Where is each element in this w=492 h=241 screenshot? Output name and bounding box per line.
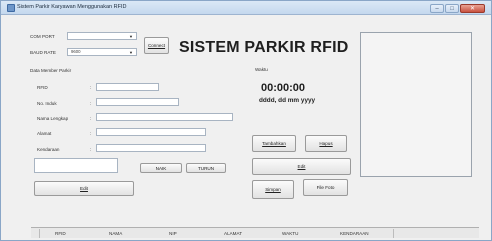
clock-display: 00:00:00 [261,82,306,94]
kendaraan-field[interactable] [96,144,206,152]
close-button[interactable]: ✕ [460,4,485,13]
alamat-colon: : [90,131,92,136]
edit-button[interactable]: Edit [252,158,351,175]
kendaraan-label: Kendaraan [37,147,60,152]
nama-lengkap-label: Nama Lengkap [37,116,69,121]
tambahkan-button[interactable]: Tambahkan [252,135,296,152]
nama-lengkap-field[interactable] [96,113,233,121]
no-induk-label: No. Induk [37,101,57,106]
no-induk-colon: : [90,101,92,106]
connect-button-label: Connect [147,43,166,48]
nama-lengkap-colon: : [90,116,92,121]
chevron-down-icon: ▼ [129,34,133,39]
window-title: Sistem Parkir Karyawan Menggunakan RFID [17,4,127,10]
edit-button-label: Edit [297,164,306,169]
column-header-alamat[interactable]: ALAMAT [224,231,242,236]
waktu-label: Waktu [255,67,268,72]
minimize-button[interactable]: – [430,4,444,13]
baud-rate-value: 9600 [71,49,81,54]
app-window: Sistem Parkir Karyawan Menggunakan RFID … [0,0,492,241]
naik-button[interactable]: NAIK [140,163,182,173]
tambahkan-button-label: Tambahkan [262,141,286,146]
column-header-rfid[interactable]: RFID [55,231,66,236]
edit-member-button-label: Edit [80,186,88,191]
member-section-label: Data Member Parkir [30,68,72,73]
column-header-waktu[interactable]: WAKTU [282,231,298,236]
com-port-select[interactable]: ▼ [67,32,137,40]
maximize-button[interactable]: □ [445,4,459,13]
minimize-icon: – [435,6,439,12]
chevron-down-icon: ▼ [129,50,133,55]
rfid-label: RFID [37,85,48,90]
column-separator [39,229,40,238]
photo-box [360,32,472,177]
maximize-icon: □ [450,6,454,12]
turun-button[interactable]: TURUN [186,163,226,173]
app-icon [7,4,15,12]
column-header-nama[interactable]: NAMA [109,231,122,236]
hapus-button-label: Hapus [319,141,333,146]
column-header-nip[interactable]: NIP [169,231,177,236]
baud-rate-select[interactable]: 9600 ▼ [67,48,137,56]
column-header-kendaraan[interactable]: KENDARAAN [340,231,369,236]
baud-rate-label: BAUD RATE [30,50,56,55]
file-foto-button[interactable]: File Foto [303,179,348,196]
kendaraan-colon: : [90,147,92,152]
naik-button-label: NAIK [155,166,167,171]
turun-button-label: TURUN [197,166,215,171]
hapus-button[interactable]: Hapus [305,135,347,152]
column-separator [393,229,394,238]
alamat-field[interactable] [96,128,206,136]
rfid-colon: : [90,85,92,90]
date-display: dddd, dd mm yyyy [259,97,316,104]
status-display [34,158,118,173]
table-header: RFID NAMA NIP ALAMAT WAKTU KENDARAAN [31,227,479,238]
simpan-button-label: Simpan [265,187,281,192]
file-foto-button-label: File Foto [316,185,335,190]
com-port-label: COM PORT [30,34,55,39]
title-bar[interactable]: Sistem Parkir Karyawan Menggunakan RFID … [1,1,491,15]
rfid-field[interactable] [96,83,159,91]
page-title: SISTEM PARKIR RFID [179,39,349,56]
close-icon: ✕ [469,6,476,12]
connect-button[interactable]: Connect [144,37,169,54]
no-induk-field[interactable] [96,98,179,106]
alamat-label: Alamat [37,131,52,136]
simpan-button[interactable]: Simpan [252,180,294,199]
edit-member-button[interactable]: Edit [34,181,134,196]
